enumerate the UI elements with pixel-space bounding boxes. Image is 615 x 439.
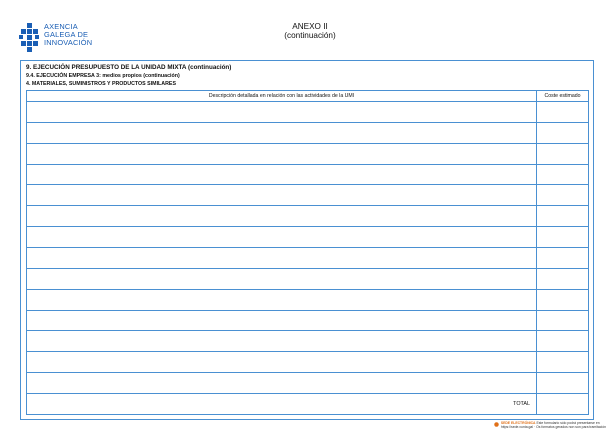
description-cell[interactable] [27,227,537,248]
cost-cell[interactable] [537,290,588,311]
cost-cell[interactable] [537,269,588,290]
section-9-4-heading: 9.4. EJECUCIÓN EMPRESA 3: medios propios… [26,73,180,79]
column-header-description: Descripción detallada en relación con la… [27,91,537,102]
logo-text: AXENCIA GALEGA DE INNOVACIÓN [44,22,93,48]
cost-cell[interactable] [537,206,588,228]
description-cell[interactable] [27,331,537,353]
annex-heading: ANEXO II (continuación) [240,22,380,41]
annex-subtitle: (continuación) [284,31,336,41]
cost-cell[interactable] [537,102,588,123]
cost-cell[interactable] [537,185,588,207]
sede-icon [494,421,499,427]
column-header-cost: Coste estimado [537,91,588,102]
description-cell[interactable] [27,310,537,332]
description-cell[interactable] [27,143,537,165]
section-9-heading: 9. EJECUCIÓN PRESUPUESTO DE LA UNIDAD MI… [26,64,232,71]
description-cell[interactable] [27,373,537,394]
description-cell[interactable] [27,206,537,228]
description-cell[interactable] [27,122,537,144]
cost-cell[interactable] [537,352,588,374]
description-cell[interactable] [27,289,537,311]
total-label: TOTAL [27,394,537,414]
cost-cell[interactable] [537,165,588,186]
footer-line-2: https://sede.xunta.gal · Os formatos ger… [500,425,606,430]
cost-cell[interactable] [537,123,588,144]
cost-cell[interactable] [537,331,588,353]
section-4-heading: 4. MATERIALES, SUMINISTROS Y PRODUCTOS S… [26,81,176,87]
materials-table: Descripción detallada en relación con la… [26,90,589,415]
cost-cell[interactable] [537,144,588,165]
description-cell[interactable] [27,268,537,290]
cost-cell[interactable] [537,373,588,394]
description-cell[interactable] [27,164,537,186]
cross-logo-icon [19,23,39,52]
description-cell[interactable] [27,185,537,207]
description-cell[interactable] [27,102,537,123]
total-value-cell[interactable] [537,394,588,414]
annex-title: ANEXO II [292,22,328,31]
footer-notice: SEDE ELECTRÓNICA Este formulario sólo po… [494,421,606,430]
description-cell[interactable] [27,248,537,269]
cost-cell[interactable] [537,227,588,248]
description-cell[interactable] [27,352,537,374]
cost-cell[interactable] [537,248,588,269]
cost-cell[interactable] [537,311,588,332]
logo-line: INNOVACIÓN [44,38,93,48]
agency-logo: AXENCIA GALEGA DE INNOVACIÓN [19,22,93,53]
